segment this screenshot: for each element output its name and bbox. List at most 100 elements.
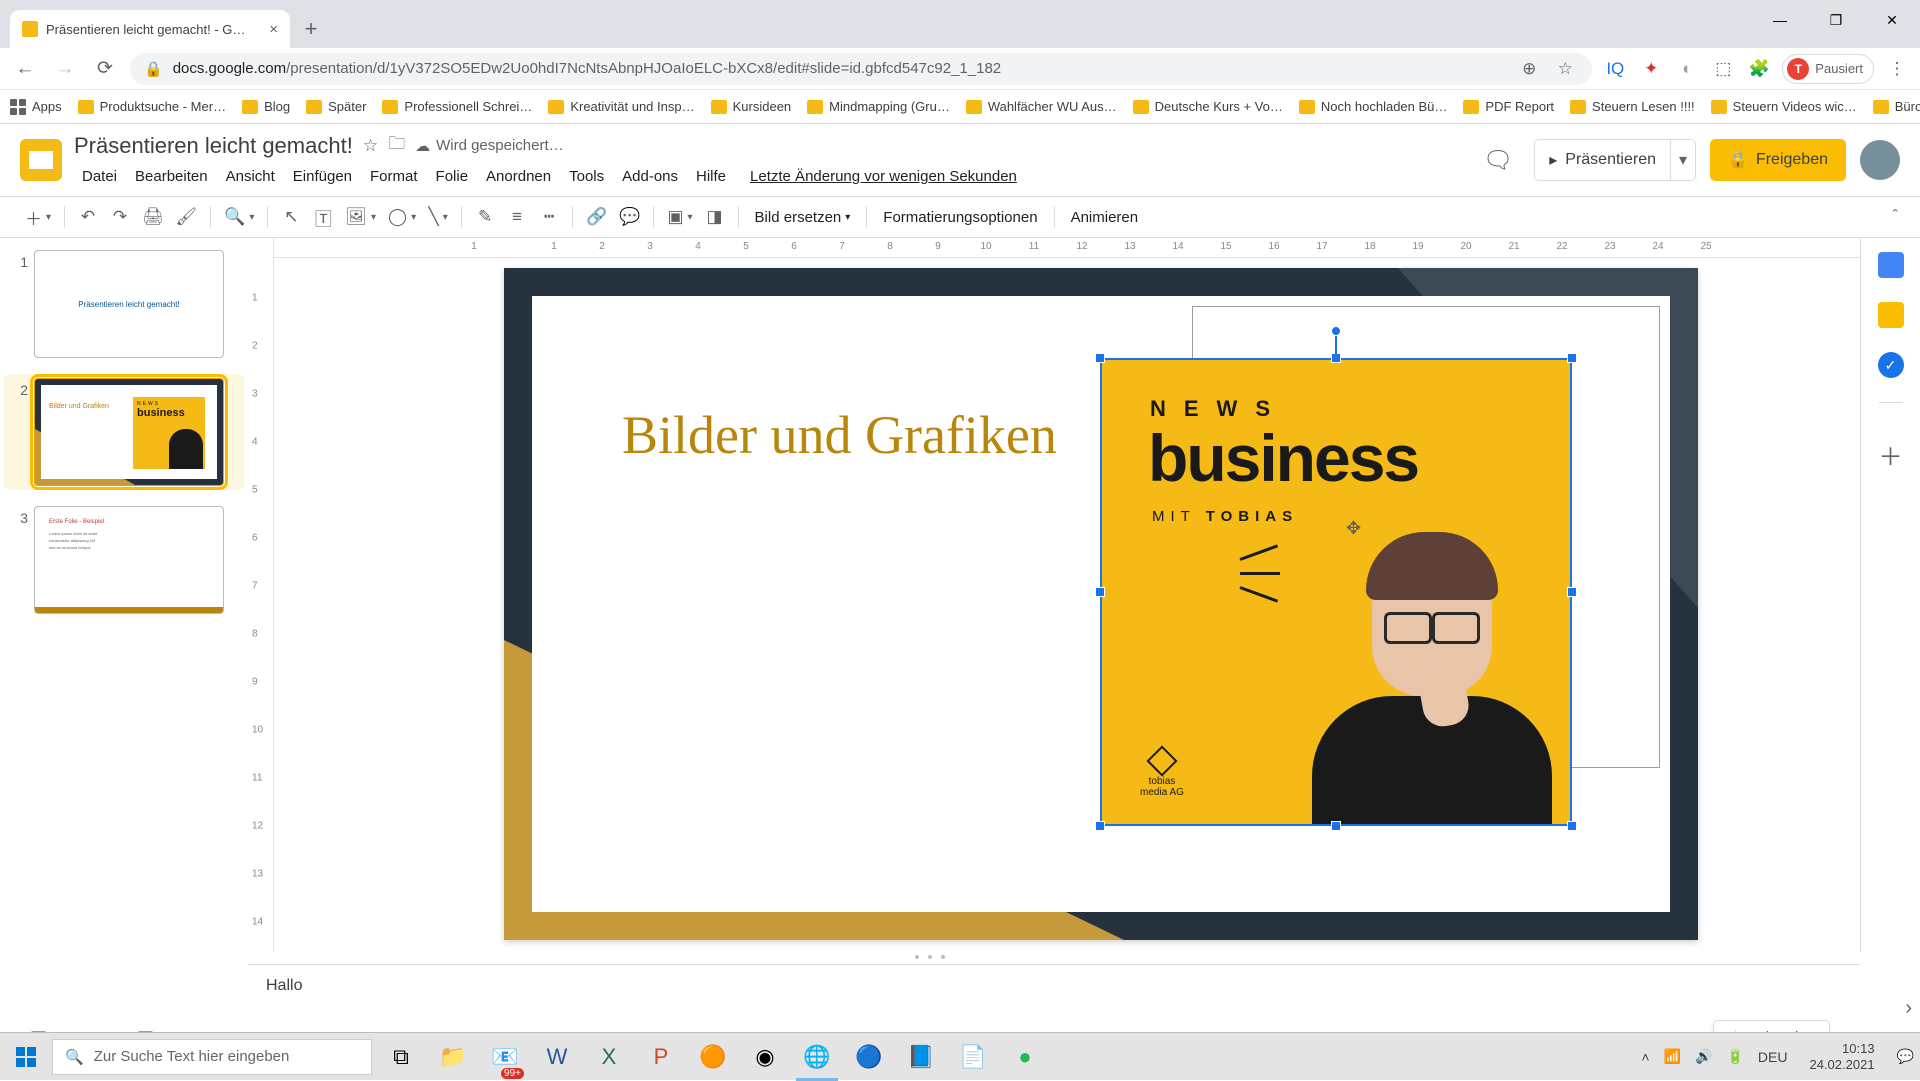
animate-button[interactable]: Animieren <box>1063 202 1147 232</box>
new-tab-button[interactable]: + <box>296 14 326 44</box>
excel-icon[interactable]: X <box>584 1033 634 1081</box>
bookmark-item[interactable]: Kreativität und Insp… <box>548 99 694 114</box>
bookmark-item[interactable]: Noch hochladen Bü… <box>1299 99 1447 114</box>
battery-icon[interactable]: 🔋 <box>1726 1048 1743 1065</box>
reload-button[interactable]: ⟳ <box>90 54 120 84</box>
start-button[interactable] <box>0 1033 52 1081</box>
bookmark-star-icon[interactable]: ☆ <box>1552 56 1578 82</box>
menu-edit[interactable]: Bearbeiten <box>127 164 216 189</box>
close-tab-icon[interactable]: × <box>269 21 278 38</box>
url-bar[interactable]: 🔒 docs.google.com/presentation/d/1yV372S… <box>130 53 1592 85</box>
star-icon[interactable]: ☆ <box>363 136 378 156</box>
line-tool[interactable]: ╲▾ <box>423 202 453 232</box>
clock[interactable]: 10:1324.02.2021 <box>1801 1041 1882 1072</box>
doc-title[interactable]: Präsentieren leicht gemacht! <box>74 133 353 159</box>
border-weight-button[interactable]: ≡ <box>502 202 532 232</box>
redo-button[interactable]: ↷ <box>105 202 135 232</box>
canvas[interactable]: 11 23 45 67 89 1011 1213 1415 1617 1819 … <box>274 238 1860 952</box>
minimize-button[interactable]: ― <box>1752 0 1808 40</box>
bookmark-item[interactable]: Blog <box>242 99 290 114</box>
tray-chevron-icon[interactable]: ˄ <box>1641 1049 1649 1065</box>
rotate-handle[interactable] <box>1331 326 1341 336</box>
slide-heading[interactable]: Bilder und Grafiken <box>622 404 1057 466</box>
slides-logo-icon[interactable] <box>20 139 62 181</box>
slide-thumb-1[interactable]: Präsentieren leicht gemacht! <box>34 250 224 358</box>
resize-handle-ne[interactable] <box>1567 353 1577 363</box>
resize-handle-s[interactable] <box>1331 821 1341 831</box>
browser-tab[interactable]: Präsentieren leicht gemacht! - G… × <box>10 10 290 48</box>
zoom-button[interactable]: 🔍▾ <box>219 202 259 232</box>
apps-shortcut[interactable]: Apps <box>10 99 62 115</box>
menu-insert[interactable]: Einfügen <box>285 164 360 189</box>
bookmark-item[interactable]: Wahlfächer WU Aus… <box>966 99 1117 114</box>
filmstrip[interactable]: 1 Präsentieren leicht gemacht! 2 Bilder … <box>0 238 248 952</box>
notifications-icon[interactable]: 💬 <box>1897 1048 1914 1065</box>
resize-handle-se[interactable] <box>1567 821 1577 831</box>
new-slide-button[interactable]: ＋▾ <box>20 202 56 232</box>
print-button[interactable]: 🖨 <box>137 202 169 232</box>
undo-button[interactable]: ↶ <box>73 202 103 232</box>
volume-icon[interactable]: 🔊 <box>1695 1048 1712 1065</box>
explorer-icon[interactable]: 📁 <box>428 1033 478 1081</box>
close-window-button[interactable]: ✕ <box>1864 0 1920 40</box>
bookmark-item[interactable]: Professionell Schrei… <box>382 99 532 114</box>
border-dash-button[interactable]: ┅ <box>534 202 564 232</box>
link-button[interactable]: 🔗 <box>581 202 612 232</box>
chrome-icon[interactable]: 🌐 <box>792 1033 842 1081</box>
selected-image[interactable]: NEWS business MIT TOBIAS tobias media AG <box>1100 358 1572 826</box>
slide-thumb-2[interactable]: Bilder und Grafiken NEWSbusiness <box>34 378 224 486</box>
notes-resize-handle[interactable] <box>0 950 1860 964</box>
bookmark-item[interactable]: Deutsche Kurs + Vo… <box>1133 99 1283 114</box>
calendar-icon[interactable] <box>1878 252 1904 278</box>
format-options-button[interactable]: Formatierungsoptionen <box>875 202 1045 232</box>
menu-format[interactable]: Format <box>362 164 426 189</box>
zoom-icon[interactable]: ⊕ <box>1516 56 1542 82</box>
menu-help[interactable]: Hilfe <box>688 164 734 189</box>
extension-icon-2[interactable]: ✦ <box>1638 56 1664 82</box>
border-color-button[interactable]: ✎ <box>470 202 500 232</box>
extensions-puzzle-icon[interactable]: 🧩 <box>1746 56 1772 82</box>
mail-icon[interactable]: 📧99+ <box>480 1033 530 1081</box>
edge-icon[interactable]: 🔵 <box>844 1033 894 1081</box>
taskbar-search[interactable]: 🔍 Zur Suche Text hier eingeben <box>52 1039 372 1075</box>
word-icon[interactable]: W <box>532 1033 582 1081</box>
slide-stage[interactable]: Bilder und Grafiken NEWS business MIT TO… <box>504 268 1698 940</box>
forward-button[interactable]: → <box>50 54 80 84</box>
bookmark-item[interactable]: PDF Report <box>1463 99 1554 114</box>
menu-slide[interactable]: Folie <box>428 164 477 189</box>
extension-icon-4[interactable]: ⬚ <box>1710 56 1736 82</box>
slide-thumb-3[interactable]: Erste Folie - Beispiel Lorem ipsum dolor… <box>34 506 224 614</box>
mask-button[interactable]: ◨ <box>700 202 730 232</box>
bookmark-item[interactable]: Kursideen <box>711 99 792 114</box>
spotify-icon[interactable]: ● <box>1000 1033 1050 1081</box>
collapse-toolbar-icon[interactable]: ˆ <box>1893 208 1898 226</box>
crop-button[interactable]: ▣▾ <box>662 202 697 232</box>
obs-icon[interactable]: ◉ <box>740 1033 790 1081</box>
menu-file[interactable]: Datei <box>74 164 125 189</box>
kebab-menu-icon[interactable]: ⋮ <box>1884 56 1910 82</box>
profile-chip[interactable]: T Pausiert <box>1782 54 1874 84</box>
keep-icon[interactable] <box>1878 302 1904 328</box>
language-indicator[interactable]: DEU <box>1758 1049 1788 1065</box>
app-icon-2[interactable]: 📘 <box>896 1033 946 1081</box>
speaker-notes[interactable]: Hallo <box>248 964 1860 1022</box>
back-button[interactable]: ← <box>10 54 40 84</box>
menu-view[interactable]: Ansicht <box>218 164 283 189</box>
bookmark-item[interactable]: Produktsuche - Mer… <box>78 99 226 114</box>
menu-arrange[interactable]: Anordnen <box>478 164 559 189</box>
account-avatar[interactable] <box>1860 140 1900 180</box>
resize-handle-sw[interactable] <box>1095 821 1105 831</box>
powerpoint-icon[interactable]: P <box>636 1033 686 1081</box>
resize-handle-w[interactable] <box>1095 587 1105 597</box>
present-button[interactable]: ▸Präsentieren ▾ <box>1534 139 1696 181</box>
share-button[interactable]: 🔒Freigeben <box>1710 139 1846 181</box>
bookmark-item[interactable]: Steuern Videos wic… <box>1711 99 1857 114</box>
resize-handle-e[interactable] <box>1567 587 1577 597</box>
bookmark-item[interactable]: Büro <box>1873 99 1920 114</box>
present-dropdown[interactable]: ▾ <box>1671 150 1695 170</box>
bookmark-item[interactable]: Steuern Lesen !!!! <box>1570 99 1695 114</box>
wifi-icon[interactable]: 📶 <box>1664 1048 1681 1065</box>
shape-tool[interactable]: ◯▾ <box>383 202 421 232</box>
comment-button[interactable]: 💬 <box>614 202 645 232</box>
move-icon[interactable]: 🗀 <box>388 131 405 160</box>
